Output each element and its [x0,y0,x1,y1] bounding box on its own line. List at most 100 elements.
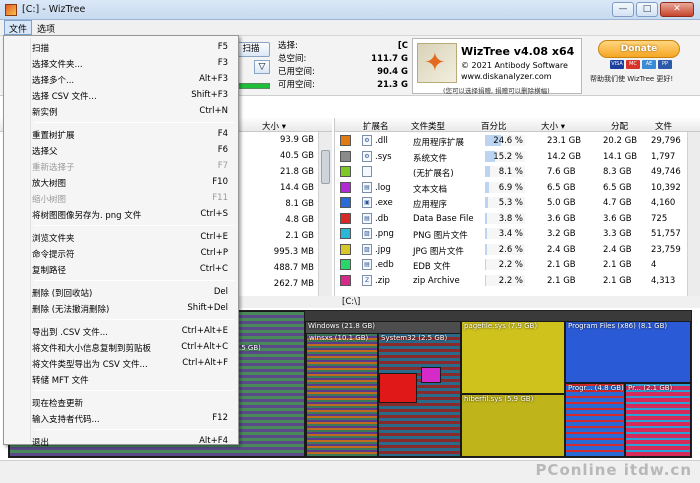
tree-row[interactable]: 488.7 MB [236,261,318,276]
file-menu-item[interactable]: 将文件和大小信息复制到剪贴板 Ctrl+Alt+C [6,339,236,355]
type-list-row[interactable]: ▤ .edb EDB 文件 2.2 % 2.1 GB 2.1 GB 4 [335,257,687,273]
type-list-row[interactable]: ▤ .log 文本文档 6.9 % 6.5 GB 6.5 GB 10,392 [335,180,687,196]
menu-item-label: 删除 (无法撤消删除) [32,305,110,315]
file-menu-item[interactable]: 扫描 F5 [6,39,236,55]
allocated-cell: 4.7 GB [603,198,632,208]
type-list-row[interactable]: ▣ .exe 应用程序 5.3 % 5.0 GB 4.7 GB 4,160 [335,195,687,211]
file-menu-item[interactable]: 命令提示符 Ctrl+P [6,245,236,261]
percent-text: 3.8 % [498,213,523,224]
file-type-icon [362,166,372,177]
treemap-tile-winsxs[interactable]: winsxs (10.1 GB) [306,333,378,457]
menu-item-label: 选择 CSV 文件... [32,92,97,102]
file-menu-item[interactable]: 复制路径 Ctrl+C [6,261,236,277]
col-header-size[interactable]: 大小 ▾ [541,120,565,132]
menu-item-shortcut: Ctrl+C [199,264,228,274]
col-header-type[interactable]: 文件类型 [411,120,445,132]
file-menu-item[interactable]: 现在检查更新 [6,394,236,410]
file-menu-item[interactable]: 重置树扩展 F4 [6,126,236,142]
file-menu-item[interactable]: 新实例 Ctrl+N [6,103,236,119]
menu-item-label: 浏览文件夹 [32,234,75,244]
minimize-button[interactable]: — [612,2,634,17]
file-menu-item[interactable]: 放大树图 F10 [6,174,236,190]
file-menu-item[interactable]: 重新选择子 F7 [6,158,236,174]
type-list-row[interactable]: ⚙ .sys 系统文件 15.2 % 14.2 GB 14.1 GB 1,797 [335,149,687,165]
treemap-tile[interactable] [379,373,417,403]
color-swatch [340,181,351,193]
size-cell: 3.6 GB [547,213,576,224]
treemap-tile-label: pagefile.sys (7.9 GB) [464,322,538,330]
tree-scrollbar[interactable] [318,132,332,296]
donate-button[interactable]: Donate [598,40,680,58]
size-cell: 2.1 GB [547,275,576,286]
tree-row[interactable]: 40.5 GB [236,149,318,164]
tree-row[interactable]: 21.8 GB [236,165,318,180]
percent-text: 2.2 % [498,275,523,286]
tree-scroll-thumb[interactable] [321,150,330,184]
tree-row[interactable]: 4.8 GB [236,213,318,228]
type-list-row[interactable]: ⚙ .dll 应用程序扩展 24.6 % 23.1 GB 20.2 GB 29,796 [335,133,687,149]
percent-cell: 3.8 % [485,212,525,224]
tree-row[interactable]: 8.1 GB [236,197,318,212]
maximize-button[interactable]: □ [636,2,658,17]
stat-value: [C [397,41,408,51]
col-header-percent[interactable]: 百分比 [481,120,507,132]
file-menu-item[interactable]: 选择多个... Alt+F3 [6,71,236,87]
file-type-icon: ▤ [362,212,372,224]
menu-item-shortcut: Ctrl+E [200,232,228,242]
tree-row[interactable]: 262.7 MB [236,277,318,292]
col-header-ext[interactable]: 扩展名 [363,120,389,132]
menu-item-shortcut: F5 [217,42,228,52]
treemap-tile-programdata[interactable]: Pr... (2.1 GB) [625,383,691,457]
filter-icon[interactable]: ▽ [254,60,270,74]
tree-row[interactable]: 2.1 GB [236,229,318,244]
file-menu-item[interactable]: 浏览文件夹 Ctrl+E [6,229,236,245]
stat-value: 111.7 G [371,54,408,64]
file-menu-item[interactable]: 缩小树图 F11 [6,190,236,206]
type-list-row[interactable]: ▨ .png PNG 图片文件 3.4 % 3.2 GB 3.3 GB 51,757 [335,226,687,242]
treemap-tile-program-files[interactable]: Progr... (4.8 GB) [565,383,625,457]
menu-item-shortcut: Shift+F3 [191,90,228,100]
col-header-allocated[interactable]: 分配 [611,120,628,132]
percent-bar [485,212,488,224]
file-menu-item[interactable]: 导出到 .CSV 文件... Ctrl+Alt+E [6,323,236,339]
file-menu-item[interactable]: 删除 (无法撤消删除) Shift+Del [6,300,236,316]
tree-size-column-header[interactable]: 大小 ▾ [262,120,286,132]
percent-text: 3.4 % [498,229,523,239]
file-menu-item[interactable]: 选择 CSV 文件... Shift+F3 [6,87,236,103]
tree-row-size: 14.4 GB [279,183,314,193]
type-list-row[interactable]: Z .zip zip Archive 2.2 % 2.1 GB 2.1 GB 4,313 [335,273,687,289]
menu-options[interactable]: 选项 [32,20,60,35]
tree-row[interactable]: 14.4 GB [236,181,318,196]
file-type-list: 扩展名 文件类型 百分比 大小 ▾ 分配 文件 ⚙ .dll 应用程序扩展 24.6 … [334,118,700,296]
treemap-tile-program-files-x86[interactable]: Program Files (x86) (8.1 GB) [565,321,691,383]
type-cell: 应用程序 [413,200,448,210]
col-header-files[interactable]: 文件 [655,120,672,132]
file-menu-item[interactable]: 删除 (到回收站) Del [6,284,236,300]
treemap-tile-hiberfil[interactable]: hiberfil.sys (5.9 GB) [461,394,565,457]
treemap-tile-pagefile[interactable]: pagefile.sys (7.9 GB) [461,321,565,394]
file-menu-item[interactable]: 选择父 F6 [6,142,236,158]
type-list-row[interactable]: (无扩展名) 8.1 % 7.6 GB 8.3 GB 49,746 [335,164,687,180]
tree-row[interactable]: 995.3 MB [236,245,318,260]
menu-file[interactable]: 文件 [4,20,33,35]
type-list-scrollbar[interactable] [687,132,700,296]
treemap-tile[interactable] [421,367,441,383]
menu-item-label: 将文件和大小信息复制到剪贴板 [32,344,152,354]
type-list-row[interactable]: ▤ .db Data Base File 3.8 % 3.6 GB 3.6 GB 725 [335,211,687,227]
file-menu-item[interactable]: 将文件类型导出为 CSV 文件... Ctrl+Alt+F [6,355,236,371]
tree-row[interactable]: 93.9 GB [236,133,318,148]
menu-item-label: 选择文件夹... [32,60,83,70]
file-menu-item[interactable]: 转储 MFT 文件 [6,371,236,387]
percent-text: 8.1 % [498,167,523,177]
file-menu-item[interactable]: 退出 Alt+F4 [6,433,236,449]
file-menu-item[interactable]: 选择文件夹... F3 [6,55,236,71]
percent-cell: 15.2 % [485,150,525,162]
files-cell: 4,160 [651,198,676,208]
files-cell: 51,757 [651,229,681,239]
close-button[interactable]: ✕ [660,2,694,17]
type-list-row[interactable]: ▨ .jpg JPG 图片文件 2.6 % 2.4 GB 2.4 GB 23,759 [335,242,687,258]
file-menu-item[interactable]: 将树图图像另存为. png 文件 Ctrl+S [6,206,236,222]
file-type-icon: ▤ [362,259,372,270]
file-menu-item[interactable]: 输入支持者代码... F12 [6,410,236,426]
about-url[interactable]: www.diskanalyzer.com [461,72,552,81]
